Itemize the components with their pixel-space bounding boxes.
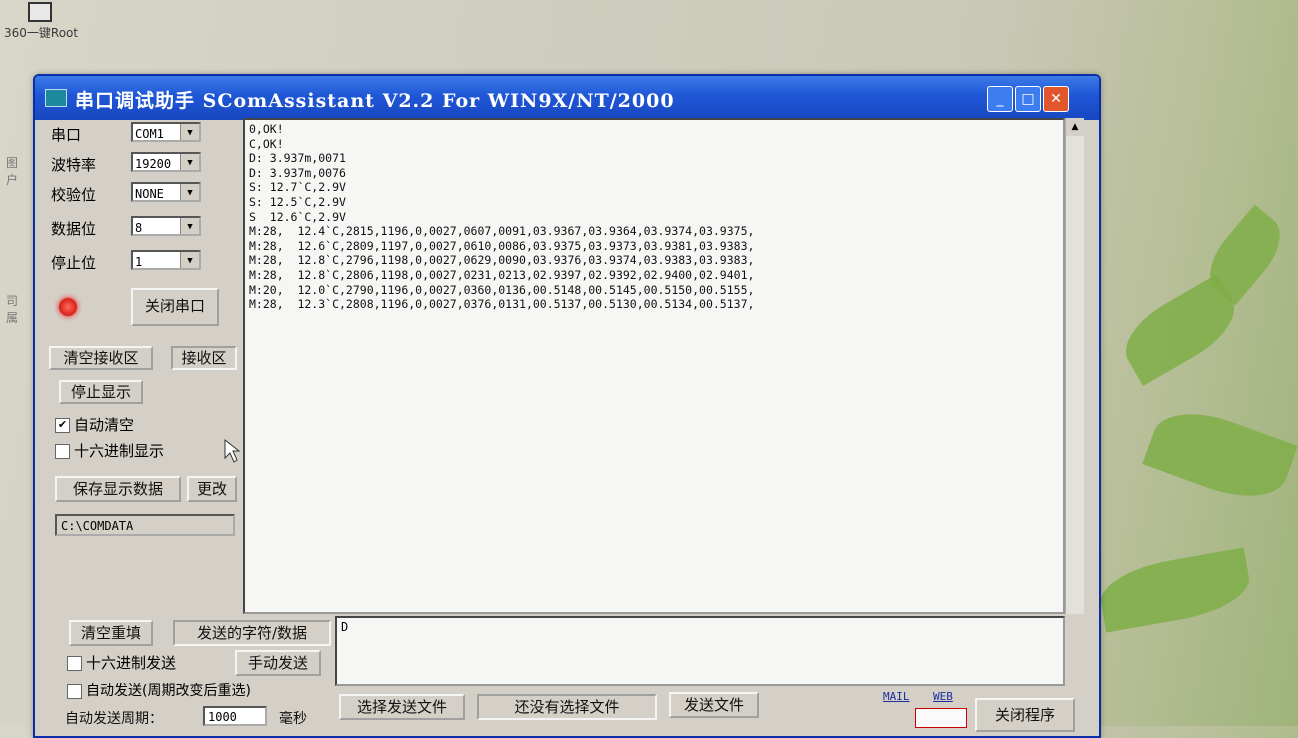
save-display-data-button[interactable]: 保存显示数据 <box>55 476 181 502</box>
parity-select[interactable]: NONE ▼ <box>131 182 201 202</box>
parity-label: 校验位 <box>51 186 97 204</box>
receive-line: M:28, 12.4`C,2815,1196,0,0027,0607,0091,… <box>249 224 755 239</box>
mail-link[interactable]: MAIL <box>883 690 910 703</box>
port-value: COM1 <box>135 127 164 141</box>
chevron-down-icon[interactable]: ▼ <box>180 184 199 200</box>
hex-send-label: 十六进制发送 <box>86 654 177 672</box>
shortcut-icon <box>28 2 52 22</box>
desktop-shortcut-label: 360一键Root <box>4 26 79 40</box>
send-text-area[interactable]: D <box>335 616 1065 686</box>
auto-clear-checkbox[interactable]: ✔ 自动清空 <box>55 414 134 435</box>
receive-line: S: 12.5`C,2.9V <box>249 194 346 209</box>
receive-line: C,OK! <box>249 136 284 151</box>
receive-text-area[interactable]: 0,OK! C,OK! D: 3.937m,0071 D: 3.937m,007… <box>243 118 1065 614</box>
manual-send-button[interactable]: 手动发送 <box>235 650 321 676</box>
save-path-field[interactable]: C:\COMDATA <box>55 514 235 536</box>
baud-value: 19200 <box>135 157 172 171</box>
receive-line: M:20, 12.0`C,2790,1196,0,0027,0360,0136,… <box>249 282 755 297</box>
checkbox-empty-icon[interactable] <box>55 444 70 459</box>
desktop-partial-label-2: 司 属 <box>6 294 19 325</box>
receive-line: D: 3.937m,0071 <box>249 151 346 166</box>
maximize-button[interactable]: □ <box>1015 86 1041 112</box>
receive-scrollbar[interactable]: ▲ <box>1065 118 1084 614</box>
checkbox-empty-icon[interactable] <box>67 683 82 699</box>
port-select[interactable]: COM1 ▼ <box>131 122 201 142</box>
desktop-shortcut-icon[interactable]: 360一键Root <box>4 2 78 46</box>
send-data-label: 发送的字符/数据 <box>173 620 331 646</box>
chevron-down-icon[interactable]: ▼ <box>180 154 199 170</box>
wallpaper-leaf <box>1142 398 1298 512</box>
gif-logo-icon <box>915 708 967 728</box>
hex-display-checkbox[interactable]: 十六进制显示 <box>55 440 164 461</box>
period-input[interactable]: 1000 <box>203 706 267 726</box>
choose-send-file-button[interactable]: 选择发送文件 <box>339 694 465 720</box>
mouse-pointer-icon <box>224 438 241 463</box>
receive-line: S 12.6`C,2.9V <box>249 209 346 224</box>
databits-label: 数据位 <box>51 220 97 238</box>
close-program-button[interactable]: 关闭程序 <box>975 698 1075 732</box>
checkbox-empty-icon[interactable] <box>67 656 82 671</box>
chevron-down-icon[interactable]: ▼ <box>180 218 199 234</box>
stop-display-button[interactable]: 停止显示 <box>59 380 143 404</box>
clear-refill-button[interactable]: 清空重填 <box>69 620 153 646</box>
app-window: 串口调试助手 SComAssistant V2.2 For WIN9X/NT/2… <box>33 74 1101 738</box>
auto-clear-label: 自动清空 <box>74 416 135 434</box>
window-title: 串口调试助手 SComAssistant V2.2 For WIN9X/NT/2… <box>75 90 675 112</box>
receive-area-label: 接收区 <box>171 346 237 370</box>
title-bar[interactable]: 串口调试助手 SComAssistant V2.2 For WIN9X/NT/2… <box>35 76 1099 120</box>
hex-display-label: 十六进制显示 <box>74 442 165 460</box>
checkbox-checked-icon[interactable]: ✔ <box>55 418 70 433</box>
receive-line: M:28, 12.6`C,2809,1197,0,0027,0610,0086,… <box>249 238 755 253</box>
chevron-down-icon[interactable]: ▼ <box>180 124 199 140</box>
minimize-button[interactable]: _ <box>987 86 1013 112</box>
receive-line: D: 3.937m,0076 <box>249 165 346 180</box>
databits-value: 8 <box>135 221 143 235</box>
receive-line: S: 12.7`C,2.9V <box>249 180 346 195</box>
app-icon <box>45 89 67 107</box>
databits-select[interactable]: 8 ▼ <box>131 216 201 236</box>
period-unit-label: 毫秒 <box>279 711 307 727</box>
stopbits-value: 1 <box>135 255 143 269</box>
web-link[interactable]: WEB <box>933 690 953 703</box>
receive-line: M:28, 12.8`C,2806,1198,0,0027,0231,0213,… <box>249 267 755 282</box>
parity-value: NONE <box>135 187 164 201</box>
scroll-up-arrow-icon[interactable]: ▲ <box>1066 118 1084 136</box>
stopbits-select[interactable]: 1 ▼ <box>131 250 201 270</box>
auto-period-label: 自动发送周期： <box>65 711 163 727</box>
receive-line: M:28, 12.8`C,2796,1198,0,0027,0629,0090,… <box>249 253 755 268</box>
port-label: 串口 <box>51 126 82 144</box>
auto-send-label: 自动发送(周期改变后重选) <box>86 683 251 699</box>
send-file-button[interactable]: 发送文件 <box>669 692 759 718</box>
auto-send-checkbox[interactable]: 自动发送(周期改变后重选) <box>67 680 251 700</box>
selected-file-label: 还没有选择文件 <box>477 694 657 720</box>
close-port-button[interactable]: 关闭串口 <box>131 288 219 326</box>
baud-label: 波特率 <box>51 156 97 174</box>
close-window-button[interactable]: ✕ <box>1043 86 1069 112</box>
baud-select[interactable]: 19200 ▼ <box>131 152 201 172</box>
desktop-partial-label-1: 图 户 <box>6 156 19 187</box>
clear-receive-button[interactable]: 清空接收区 <box>49 346 153 370</box>
stopbits-label: 停止位 <box>51 254 97 272</box>
hex-send-checkbox[interactable]: 十六进制发送 <box>67 652 176 673</box>
change-path-button[interactable]: 更改 <box>187 476 237 502</box>
receive-line: 0,OK! <box>249 122 284 136</box>
port-status-led-icon <box>59 298 77 316</box>
chevron-down-icon[interactable]: ▼ <box>180 252 199 268</box>
wallpaper-leaf <box>1095 547 1255 633</box>
receive-line: M:28, 12.3`C,2808,1196,0,0027,0376,0131,… <box>249 297 755 312</box>
